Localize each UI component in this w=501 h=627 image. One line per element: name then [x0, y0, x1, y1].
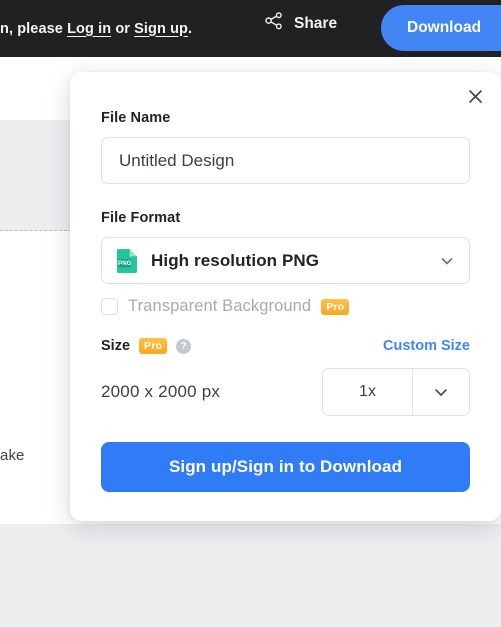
canvas-panel-bottom-left	[0, 524, 142, 627]
canvas-panel-bottom-right	[141, 524, 501, 627]
file-format-select[interactable]: PNG High resolution PNG	[101, 237, 470, 284]
signup-link[interactable]: Sign up	[134, 21, 188, 37]
file-name-input[interactable]	[101, 137, 470, 184]
chevron-down-icon[interactable]	[412, 369, 469, 415]
chevron-down-icon	[439, 253, 455, 269]
size-header-row: Size Pro ? Custom Size	[101, 338, 470, 354]
share-nodes-icon	[264, 11, 284, 36]
file-name-label: File Name	[101, 110, 171, 126]
help-circle-icon[interactable]: ?	[176, 338, 192, 354]
auth-notice-middle: or	[111, 20, 135, 37]
signup-signin-download-button[interactable]: Sign up/Sign in to Download	[101, 442, 470, 492]
login-link[interactable]: Log in	[67, 21, 111, 37]
download-button[interactable]: Download	[381, 5, 501, 51]
auth-notice-suffix: .	[188, 20, 193, 37]
file-format-label: File Format	[101, 210, 181, 226]
share-label: Share	[294, 14, 338, 32]
transparent-background-label: Transparent Background	[128, 297, 312, 315]
size-dimensions: 2000 x 2000 px	[101, 382, 221, 401]
scale-select[interactable]: 1x	[322, 368, 470, 416]
pro-badge-size: Pro	[139, 338, 168, 354]
download-modal: File Name File Format PNG High resolutio…	[70, 72, 501, 521]
png-file-icon: PNG	[116, 248, 138, 274]
auth-notice-prefix: n, please	[0, 20, 68, 37]
svg-text:PNG: PNG	[118, 260, 132, 267]
pro-badge-transparent: Pro	[321, 298, 350, 315]
share-button[interactable]: Share	[264, 11, 337, 36]
transparent-background-row[interactable]: Transparent Background Pro	[101, 297, 470, 316]
top-bar: n, please Log in or Sign up. Share Downl…	[0, 0, 501, 57]
modal-body: File Name File Format PNG High resolutio…	[70, 72, 501, 492]
close-icon[interactable]	[460, 81, 490, 111]
auth-notice: n, please Log in or Sign up.	[0, 21, 192, 37]
canvas-text-fragment: ake	[0, 447, 25, 464]
transparent-background-checkbox[interactable]	[101, 298, 118, 315]
scale-value: 1x	[359, 383, 376, 400]
custom-size-link[interactable]: Custom Size	[383, 338, 470, 354]
file-format-value: High resolution PNG	[151, 250, 320, 270]
size-label: Size	[101, 338, 131, 354]
size-value-row: 2000 x 2000 px 1x	[101, 368, 470, 416]
